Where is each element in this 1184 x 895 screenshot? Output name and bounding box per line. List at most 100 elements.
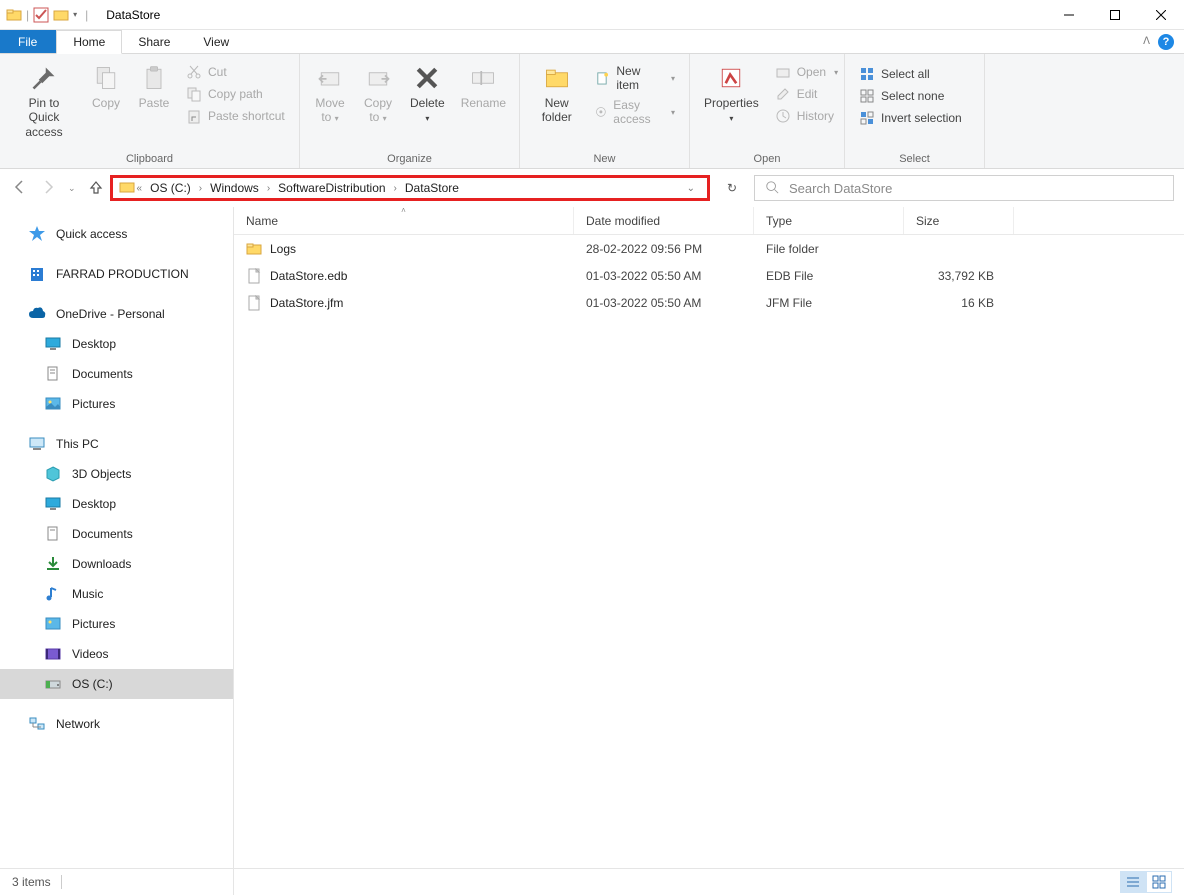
copy-path-button[interactable]: Copy path — [184, 84, 287, 104]
sidebar-onedrive[interactable]: OneDrive - Personal — [0, 299, 233, 329]
column-headers: ˄Name Date modified Type Size — [234, 207, 1184, 235]
minimize-button[interactable] — [1046, 0, 1092, 30]
file-row[interactable]: DataStore.edb01-03-2022 05:50 AMEDB File… — [234, 262, 1184, 289]
col-type[interactable]: Type — [754, 207, 904, 234]
pin-quick-access-button[interactable]: Pin to Quick access — [6, 58, 82, 139]
close-button[interactable] — [1138, 0, 1184, 30]
rename-icon — [467, 62, 499, 94]
paste-shortcut-icon — [186, 108, 202, 124]
select-none-button[interactable]: Select none — [857, 86, 964, 106]
collapse-ribbon-icon[interactable]: ᐱ — [1143, 36, 1150, 47]
sidebar-videos[interactable]: Videos — [0, 639, 233, 669]
recent-dropdown-icon[interactable]: ⌄ — [68, 183, 76, 194]
sidebar-network[interactable]: Network — [0, 709, 233, 739]
breadcrumb-item[interactable]: OS (C:) — [144, 181, 197, 195]
sidebar-od-desktop[interactable]: Desktop — [0, 329, 233, 359]
paste-button[interactable]: Paste — [130, 58, 178, 110]
group-label: Select — [845, 153, 984, 168]
col-size[interactable]: Size — [904, 207, 1014, 234]
address-dropdown-icon[interactable]: ⌄ — [681, 183, 701, 194]
sidebar-od-pictures[interactable]: Pictures — [0, 389, 233, 419]
history-button[interactable]: History — [773, 106, 840, 126]
checkbox-icon[interactable] — [33, 7, 49, 23]
help-icon[interactable]: ? — [1158, 34, 1174, 50]
star-icon — [28, 225, 46, 243]
delete-icon — [411, 62, 443, 94]
sidebar-od-documents[interactable]: Documents — [0, 359, 233, 389]
file-name: DataStore.jfm — [270, 296, 343, 310]
ribbon: Pin to Quick access Copy Paste Cut Copy … — [0, 54, 1184, 169]
sidebar-desktop[interactable]: Desktop — [0, 489, 233, 519]
copy-to-button[interactable]: Copy to ▾ — [354, 58, 402, 125]
easy-access-button[interactable]: Easy access▾ — [593, 96, 677, 128]
file-row[interactable]: DataStore.jfm01-03-2022 05:50 AMJFM File… — [234, 289, 1184, 316]
col-name[interactable]: ˄Name — [234, 207, 574, 234]
new-item-button[interactable]: New item▾ — [593, 62, 677, 94]
sidebar-3d-objects[interactable]: 3D Objects — [0, 459, 233, 489]
search-input[interactable] — [789, 181, 1163, 196]
select-all-icon — [859, 66, 875, 82]
tab-home[interactable]: Home — [56, 30, 122, 54]
chevron-right-icon[interactable]: › — [267, 183, 270, 194]
qat-dropdown-icon[interactable]: ▾ — [73, 10, 77, 19]
details-view-button[interactable] — [1120, 871, 1146, 893]
file-row[interactable]: Logs28-02-2022 09:56 PMFile folder — [234, 235, 1184, 262]
item-count: 3 items — [12, 875, 51, 889]
sidebar-farrad[interactable]: FARRAD PRODUCTION — [0, 259, 233, 289]
sidebar-quick-access[interactable]: Quick access — [0, 219, 233, 249]
delete-button[interactable]: Delete▾ — [402, 58, 453, 125]
folder-small-icon[interactable] — [53, 7, 69, 23]
breadcrumb-item[interactable]: SoftwareDistribution — [272, 181, 391, 195]
sidebar-music[interactable]: Music — [0, 579, 233, 609]
edit-button[interactable]: Edit — [773, 84, 840, 104]
col-date[interactable]: Date modified — [574, 207, 754, 234]
group-select: Select all Select none Invert selection … — [845, 54, 985, 168]
group-clipboard: Pin to Quick access Copy Paste Cut Copy … — [0, 54, 300, 168]
properties-button[interactable]: Properties▾ — [696, 58, 767, 125]
group-label: New — [520, 153, 689, 168]
building-icon — [28, 265, 46, 283]
rename-button[interactable]: Rename — [453, 58, 514, 110]
file-icon — [246, 295, 262, 311]
history-icon — [775, 108, 791, 124]
pc-icon — [28, 435, 46, 453]
maximize-button[interactable] — [1092, 0, 1138, 30]
address-bar[interactable]: « OS (C:) › Windows › SoftwareDistributi… — [110, 175, 710, 201]
open-button[interactable]: Open▾ — [773, 62, 840, 82]
search-box[interactable] — [754, 175, 1174, 201]
group-label: Clipboard — [0, 153, 299, 168]
forward-button[interactable] — [40, 179, 56, 198]
chevron-right-icon[interactable]: › — [394, 183, 397, 194]
properties-icon — [715, 62, 747, 94]
tab-file[interactable]: File — [0, 30, 56, 53]
file-size: 16 KB — [904, 296, 1014, 310]
sidebar-pictures[interactable]: Pictures — [0, 609, 233, 639]
navigation-row: ⌄ « OS (C:) › Windows › SoftwareDistribu… — [0, 169, 1184, 207]
select-all-button[interactable]: Select all — [857, 64, 964, 84]
cut-icon — [186, 64, 202, 80]
back-button[interactable] — [12, 179, 28, 198]
new-folder-button[interactable]: New folder — [526, 58, 587, 125]
paste-shortcut-button[interactable]: Paste shortcut — [184, 106, 287, 126]
tab-view[interactable]: View — [187, 30, 246, 53]
file-type: EDB File — [754, 269, 904, 283]
cut-button[interactable]: Cut — [184, 62, 287, 82]
file-date: 01-03-2022 05:50 AM — [574, 269, 754, 283]
breadcrumb-item[interactable]: DataStore — [399, 181, 465, 195]
tab-share[interactable]: Share — [122, 30, 187, 53]
sidebar-os-drive[interactable]: OS (C:) — [0, 669, 233, 699]
sidebar-documents[interactable]: Documents — [0, 519, 233, 549]
sidebar-downloads[interactable]: Downloads — [0, 549, 233, 579]
up-button[interactable] — [88, 179, 104, 198]
thumbnails-view-button[interactable] — [1146, 871, 1172, 893]
pictures-icon — [44, 395, 62, 413]
breadcrumb-item[interactable]: Windows — [204, 181, 265, 195]
sidebar-this-pc[interactable]: This PC — [0, 429, 233, 459]
chevron-right-icon[interactable]: › — [199, 183, 202, 194]
move-to-button[interactable]: Move to ▾ — [306, 58, 354, 125]
pictures-icon — [44, 615, 62, 633]
chevron-icon[interactable]: « — [137, 183, 143, 194]
refresh-button[interactable]: ↻ — [720, 181, 744, 195]
copy-button[interactable]: Copy — [82, 58, 130, 110]
invert-selection-button[interactable]: Invert selection — [857, 108, 964, 128]
